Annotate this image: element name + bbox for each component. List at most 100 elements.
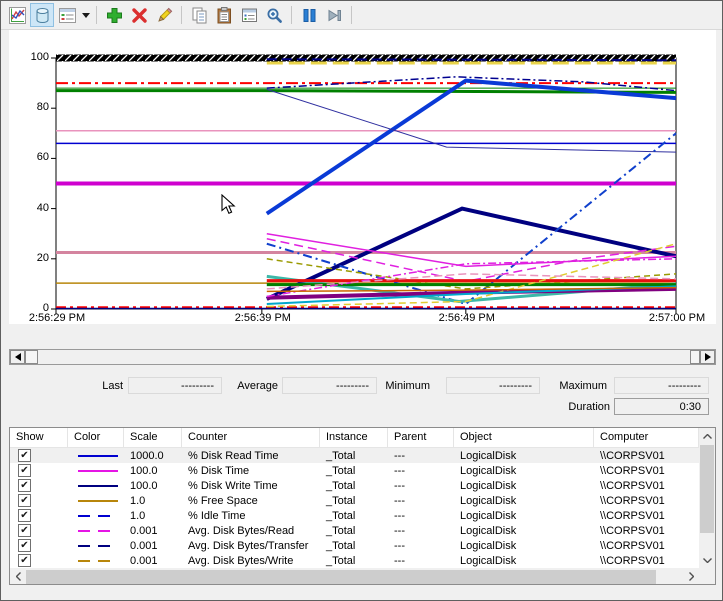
column-header-counter[interactable]: Counter	[182, 428, 320, 447]
scroll-right-button[interactable]	[700, 350, 715, 364]
duration-label: Duration	[553, 401, 610, 415]
average-value: ---------	[282, 377, 377, 394]
cell-parent: ---	[388, 465, 454, 477]
series-blue-main	[267, 81, 676, 214]
cell-instance: _Total	[320, 540, 388, 552]
paste-counter-list-icon	[216, 7, 233, 24]
x-axis-tick-label: 2:56:39 PM	[229, 312, 297, 324]
time-scrollbar-track[interactable]	[38, 350, 690, 364]
copy-properties-button[interactable]	[187, 3, 211, 27]
table-row[interactable]: ✔1000.0% Disk Read Time_Total---LogicalD…	[10, 448, 699, 463]
cell-scale: 1.0	[124, 510, 182, 522]
x-axis-tick-label: 2:56:49 PM	[433, 312, 501, 324]
cell-parent: ---	[388, 525, 454, 537]
y-axis-tick-label: 60	[15, 151, 49, 163]
cell-parent: ---	[388, 480, 454, 492]
time-scrollbar-thumb[interactable]	[25, 350, 38, 364]
column-header-show[interactable]: Show	[10, 428, 68, 447]
chevron-down-icon	[703, 558, 712, 563]
column-header-computer[interactable]: Computer	[594, 428, 699, 447]
table-row[interactable]: ✔0.001Avg. Disk Bytes/Read_Total---Logic…	[10, 523, 699, 538]
color-line-sample	[78, 500, 118, 502]
add-counter-button[interactable]	[102, 3, 126, 27]
table-row[interactable]: ✔0.001Avg. Disk Bytes/Write_Total---Logi…	[10, 553, 699, 568]
column-header-instance[interactable]: Instance	[320, 428, 388, 447]
show-checkbox[interactable]: ✔	[18, 554, 31, 567]
color-line-sample	[78, 485, 118, 487]
show-checkbox[interactable]: ✔	[18, 494, 31, 507]
y-axis-tick-label: 100	[15, 51, 49, 63]
zoom-button[interactable]	[262, 3, 286, 27]
show-checkbox[interactable]: ✔	[18, 479, 31, 492]
y-axis-tick-label: 20	[15, 252, 49, 264]
column-header-scale[interactable]: Scale	[124, 428, 182, 447]
scroll-left-button[interactable]	[10, 568, 26, 584]
column-header-color[interactable]: Color	[68, 428, 124, 447]
cell-object: LogicalDisk	[454, 480, 594, 492]
show-checkbox[interactable]: ✔	[18, 464, 31, 477]
freeze-display-icon	[301, 7, 318, 24]
toolbar-separator	[181, 6, 182, 24]
report-view-button[interactable]	[55, 3, 79, 27]
cell-computer: \\CORPSV01	[594, 540, 699, 552]
y-axis-tick-label: 80	[15, 101, 49, 113]
toolbar-separator	[96, 6, 97, 24]
time-range-scrollbar[interactable]	[9, 349, 716, 365]
color-line-sample	[78, 545, 118, 547]
paste-counter-list-button[interactable]	[212, 3, 236, 27]
cell-computer: \\CORPSV01	[594, 465, 699, 477]
delete-counter-button[interactable]	[127, 3, 151, 27]
average-label: Average	[222, 380, 278, 394]
column-header-parent[interactable]: Parent	[388, 428, 454, 447]
table-row[interactable]: ✔100.0% Disk Write Time_Total---LogicalD…	[10, 478, 699, 493]
color-line-sample	[78, 455, 118, 457]
right-arrow-icon	[705, 353, 711, 361]
show-checkbox[interactable]: ✔	[18, 509, 31, 522]
update-data-icon	[326, 7, 343, 24]
update-data-button[interactable]	[322, 3, 346, 27]
highlight-button[interactable]	[152, 3, 176, 27]
cell-scale: 0.001	[124, 555, 182, 567]
cell-parent: ---	[388, 450, 454, 462]
cell-scale: 100.0	[124, 465, 182, 477]
cell-scale: 0.001	[124, 525, 182, 537]
show-checkbox[interactable]: ✔	[18, 524, 31, 537]
counter-list: ShowColorScaleCounterInstanceParentObjec…	[9, 427, 716, 585]
cell-counter: % Free Space	[182, 495, 320, 507]
table-row[interactable]: ✔100.0% Disk Time_Total---LogicalDisk\\C…	[10, 463, 699, 478]
add-counter-icon	[106, 7, 123, 24]
cell-parent: ---	[388, 540, 454, 552]
cell-computer: \\CORPSV01	[594, 525, 699, 537]
column-header-object[interactable]: Object	[454, 428, 594, 447]
freeze-display-button[interactable]	[297, 3, 321, 27]
horizontal-scrollbar-thumb[interactable]	[26, 570, 656, 584]
histogram-view-button[interactable]	[30, 3, 54, 27]
toolbar-separator	[351, 6, 352, 24]
cell-counter: Avg. Disk Bytes/Read	[182, 525, 320, 537]
cell-object: LogicalDisk	[454, 555, 594, 567]
cell-counter: % Idle Time	[182, 510, 320, 522]
cell-computer: \\CORPSV01	[594, 495, 699, 507]
vertical-scrollbar-thumb[interactable]	[700, 445, 714, 533]
show-checkbox[interactable]: ✔	[18, 449, 31, 462]
scroll-right-button[interactable]	[683, 568, 699, 584]
counter-list-vertical-scrollbar[interactable]	[699, 428, 715, 568]
scrollbar-corner	[699, 568, 715, 584]
scroll-left-button[interactable]	[10, 350, 25, 364]
performance-graph	[1, 31, 723, 331]
line-chart-view-button[interactable]	[5, 3, 29, 27]
show-checkbox[interactable]: ✔	[18, 539, 31, 552]
last-label: Last	[61, 380, 123, 394]
scroll-up-button[interactable]	[699, 428, 715, 444]
chart-type-dropdown[interactable]	[80, 3, 91, 27]
table-row[interactable]: ✔1.0% Idle Time_Total---LogicalDisk\\COR…	[10, 508, 699, 523]
chevron-right-icon	[689, 572, 694, 581]
cell-instance: _Total	[320, 465, 388, 477]
counter-list-horizontal-scrollbar[interactable]	[10, 568, 699, 584]
cell-scale: 100.0	[124, 480, 182, 492]
table-row[interactable]: ✔0.001Avg. Disk Bytes/Transfer_Total---L…	[10, 538, 699, 553]
table-row[interactable]: ✔1.0% Free Space_Total---LogicalDisk\\CO…	[10, 493, 699, 508]
properties-button[interactable]	[237, 3, 261, 27]
x-axis-tick-label: 2:57:00 PM	[643, 312, 711, 324]
scroll-down-button[interactable]	[699, 552, 715, 568]
